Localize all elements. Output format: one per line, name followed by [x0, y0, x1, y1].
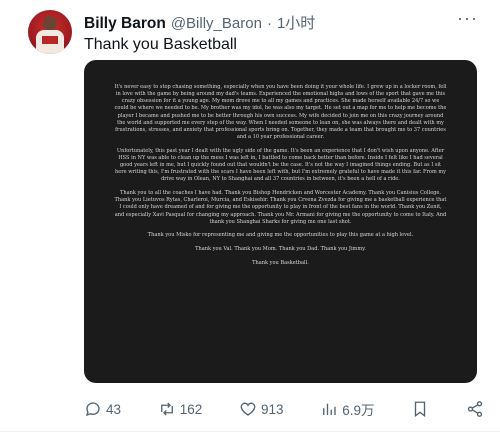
retweet-count: 162 [179, 401, 203, 417]
tweet-text: Thank you Basketball [84, 36, 237, 53]
like-button[interactable]: 913 [239, 400, 284, 418]
like-icon [240, 402, 256, 416]
timestamp[interactable]: 1小时 [277, 12, 315, 33]
letter-paragraph-2: Unfortunately, this past year I dealt wi… [114, 147, 447, 183]
retweet-button[interactable]: 162 [158, 400, 203, 418]
reply-icon [85, 402, 100, 417]
separator: · [266, 15, 272, 32]
bookmark-button[interactable] [411, 400, 429, 418]
author-handle[interactable]: @Billy_Baron [171, 15, 262, 32]
letter-paragraph-6: Thank you Basketball. [252, 259, 309, 266]
tweet-header: Billy Baron @Billy_Baron · 1小时 [84, 12, 315, 33]
letter-paragraph-3: Thank you to all the coaches I have had.… [114, 190, 447, 225]
letter-paragraph-5: Thank you Val. Thank you Mom. Thank you … [195, 245, 366, 252]
divider [0, 431, 500, 432]
retweet-icon [160, 402, 173, 416]
share-button[interactable] [466, 400, 484, 418]
like-count: 913 [261, 401, 284, 417]
views-count: 6.9万 [342, 403, 375, 418]
avatar[interactable] [28, 10, 72, 54]
attached-image-letter[interactable]: It's never easy to stop chasing somethin… [84, 60, 477, 383]
avatar-head [43, 16, 57, 31]
tweet-actions: 43 162 913 6.9万 [84, 398, 484, 420]
views-icon [323, 403, 336, 415]
reply-button[interactable]: 43 [84, 400, 121, 418]
author-name[interactable]: Billy Baron [84, 15, 166, 33]
bookmark-icon [415, 401, 426, 418]
letter-paragraph-1: It's never easy to stop chasing somethin… [114, 84, 447, 141]
more-options-button[interactable]: ··· [457, 8, 478, 29]
avatar-jersey-stripe [42, 36, 58, 44]
views-button[interactable]: 6.9万 [320, 399, 375, 419]
reply-count: 43 [106, 401, 122, 417]
letter-paragraph-4: Thank you Misko for representing me and … [147, 232, 414, 239]
share-icon [467, 401, 483, 417]
